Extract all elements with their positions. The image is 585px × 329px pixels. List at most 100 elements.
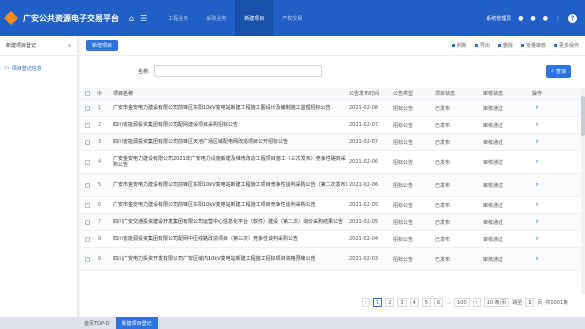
- refresh-button[interactable]: 刷新: [452, 42, 467, 49]
- row-checkbox[interactable]: [84, 139, 90, 145]
- sidebar-item-project-info[interactable]: ▭ 项目登记信息: [4, 62, 73, 74]
- left-sidebar: 新建项目登记 « ▭ 项目登记信息: [0, 36, 78, 317]
- project-status: 已发布: [435, 105, 451, 112]
- row-checkbox[interactable]: [84, 236, 90, 242]
- row-index: 2: [97, 122, 102, 128]
- app-title: 广安公共资源电子交易平台: [23, 13, 119, 23]
- table-row[interactable]: 2 四川省能源投资集团有限公司配网建设项目采购招标公告 2021-02-07 招标公告…: [80, 117, 585, 134]
- row-index: 8: [97, 236, 102, 242]
- row-checkbox[interactable]: [84, 202, 90, 208]
- row-checkbox[interactable]: [84, 105, 90, 111]
- help-icon[interactable]: ?: [568, 13, 577, 23]
- export-button[interactable]: 导出: [475, 42, 490, 49]
- tab-new-project[interactable]: 新建项目: [235, 0, 274, 36]
- view-detail-icon[interactable]: ⌕: [535, 138, 538, 145]
- table-row[interactable]: 6 广安市金安电力建设有限公司前锋区东阳10kV变电站新建工程施工项目竞争性谈判采…: [80, 197, 585, 214]
- home-icon[interactable]: ⌂: [129, 14, 134, 23]
- audit-status: 审核通过: [483, 159, 504, 166]
- project-name: 广安市金安电力建设有限公司前锋区东阳10kV变电站新建工程施工项目竞争性谈判采购…: [113, 202, 316, 208]
- view-detail-icon[interactable]: ⌕: [535, 201, 538, 208]
- tab-property[interactable]: 产权交易: [273, 0, 311, 36]
- project-status: 已发布: [435, 182, 451, 189]
- app-logo: [3, 10, 19, 26]
- menu-icon[interactable]: ☰: [140, 14, 147, 23]
- col-status[interactable]: 项目状态: [435, 90, 483, 97]
- table-row[interactable]: 9 四川广安电力投资开发有限公司广安区域内10kV变电站新建工程施工招标项目资格预…: [80, 248, 585, 271]
- search-icon: ⌕: [551, 68, 554, 74]
- page-button[interactable]: 4: [409, 298, 419, 307]
- audit-status: 审核通过: [483, 219, 504, 226]
- tab-engineering[interactable]: 工程业务: [159, 0, 197, 36]
- project-status: 已发布: [435, 202, 451, 209]
- page-button[interactable]: 6: [433, 298, 444, 307]
- table-row[interactable]: 5 广安市金安电力建设有限公司前锋区东阳10kV变电站新建工程施工项目竞争性谈判采…: [80, 174, 585, 197]
- main-panel: 新增项目 刷新 导出 删除 批量审核 更多操作 名称: ⌕ 查询 序 项目名称 …: [80, 36, 585, 317]
- row-index: 5: [97, 182, 102, 188]
- project-table: 序 项目名称 公告发布时间 公告类型 项目状态 审核状态 操作 1 广安市金安电力…: [80, 88, 585, 271]
- view-detail-icon[interactable]: ⌕: [535, 121, 538, 128]
- page-size-select[interactable]: 10 条/页: [483, 298, 510, 307]
- view-detail-icon[interactable]: ⌕: [535, 218, 538, 225]
- audit-status: 审核通过: [483, 182, 504, 189]
- more-icon[interactable]: ⋮: [555, 15, 561, 22]
- row-checkbox[interactable]: [84, 182, 90, 188]
- batch-audit-button[interactable]: 批量审核: [521, 42, 546, 49]
- row-checkbox[interactable]: [84, 219, 90, 225]
- notice-type: 招标公告: [393, 236, 414, 243]
- table-row[interactable]: 7 四川广安交通投资建设开发集团有限公司运营中心信息化平台（软件）建设（第二次）询…: [80, 214, 585, 231]
- project-status: 已发布: [435, 236, 451, 243]
- col-audit[interactable]: 审核状态: [483, 90, 519, 97]
- col-type[interactable]: 公告类型: [393, 90, 435, 97]
- bell-icon[interactable]: ●: [518, 15, 523, 22]
- last-page-button[interactable]: 100: [454, 298, 470, 307]
- user-name[interactable]: 系统管理员: [486, 15, 511, 22]
- goto-page-input[interactable]: [525, 298, 535, 307]
- page-button[interactable]: 5: [421, 298, 431, 307]
- search-row: 名称: ⌕ 查询: [80, 60, 585, 82]
- publish-date: 2021-02-06: [349, 182, 379, 188]
- col-name[interactable]: 项目名称: [105, 91, 349, 97]
- view-detail-icon[interactable]: ⌕: [535, 181, 538, 188]
- row-index: 6: [97, 202, 102, 208]
- project-name: 四川省能源投资集团有限公司前锋区天池广场区域配电网改造项目公开招标公告: [113, 139, 289, 145]
- row-checkbox[interactable]: [84, 256, 90, 262]
- row-checkbox[interactable]: [84, 122, 90, 128]
- scrollbar-thumb[interactable]: [581, 96, 585, 136]
- table-row[interactable]: 3 四川省能源投资集团有限公司前锋区天池广场区域配电网改造项目公开招标公告 2021…: [80, 134, 585, 151]
- collapse-icon[interactable]: «: [68, 43, 71, 49]
- select-all-checkbox[interactable]: [84, 91, 90, 96]
- col-date[interactable]: 公告发布时间: [349, 90, 393, 97]
- table-row[interactable]: 4 广安金安电力建设有限公司2021年广安电力设施新建及维修改造工程项目施工（三次…: [80, 151, 585, 174]
- more-actions-button[interactable]: 更多操作: [554, 42, 579, 49]
- top-navigation-bar: 广安公共资源电子交易平台 ⌂ ☰ 工程业务 采购业务 新建项目 产权交易 系统管…: [0, 0, 585, 36]
- project-status: 已发布: [435, 139, 451, 146]
- row-checkbox[interactable]: [84, 159, 90, 165]
- col-action: 操作: [531, 91, 542, 97]
- bottom-tab-new-project[interactable]: 新建项目登记: [115, 317, 158, 329]
- tab-procurement[interactable]: 采购业务: [197, 0, 235, 36]
- publish-date: 2021-02-04: [349, 236, 379, 242]
- page-button[interactable]: 2: [385, 298, 395, 307]
- delete-button[interactable]: 删除: [498, 42, 513, 49]
- settings-icon[interactable]: ●: [531, 15, 536, 22]
- table-row[interactable]: 8 四川省能源投资集团有限公司配网中压线路改造项目（第三次）竞争性谈判采购公告 20…: [80, 231, 585, 248]
- project-status: 已发布: [435, 159, 451, 166]
- project-status: 已发布: [435, 219, 451, 226]
- prev-page-button[interactable]: ‹: [362, 298, 370, 307]
- page-button[interactable]: 1: [373, 298, 383, 307]
- document-icon: ▭: [4, 65, 9, 71]
- next-page-button[interactable]: ›: [472, 298, 481, 307]
- view-detail-icon[interactable]: ⌕: [535, 255, 538, 262]
- table-row[interactable]: 1 广安市金安电力建设有限公司前锋区东阳10kV变电站新建工程施工图设计及编制施工…: [80, 100, 585, 117]
- message-icon[interactable]: ●: [543, 15, 548, 22]
- page-button[interactable]: 3: [397, 298, 407, 307]
- view-detail-icon[interactable]: ⌕: [535, 158, 538, 165]
- view-detail-icon[interactable]: ⌕: [535, 104, 538, 111]
- bottom-tab-home[interactable]: 首页TOP-D: [78, 317, 116, 329]
- query-button[interactable]: ⌕ 查询: [546, 64, 571, 78]
- name-search-input[interactable]: [153, 65, 322, 77]
- publish-date: 2021-02-08: [349, 105, 379, 111]
- add-project-button[interactable]: 新增项目: [86, 40, 119, 51]
- project-status: 已发布: [435, 256, 451, 263]
- view-detail-icon[interactable]: ⌕: [535, 235, 538, 242]
